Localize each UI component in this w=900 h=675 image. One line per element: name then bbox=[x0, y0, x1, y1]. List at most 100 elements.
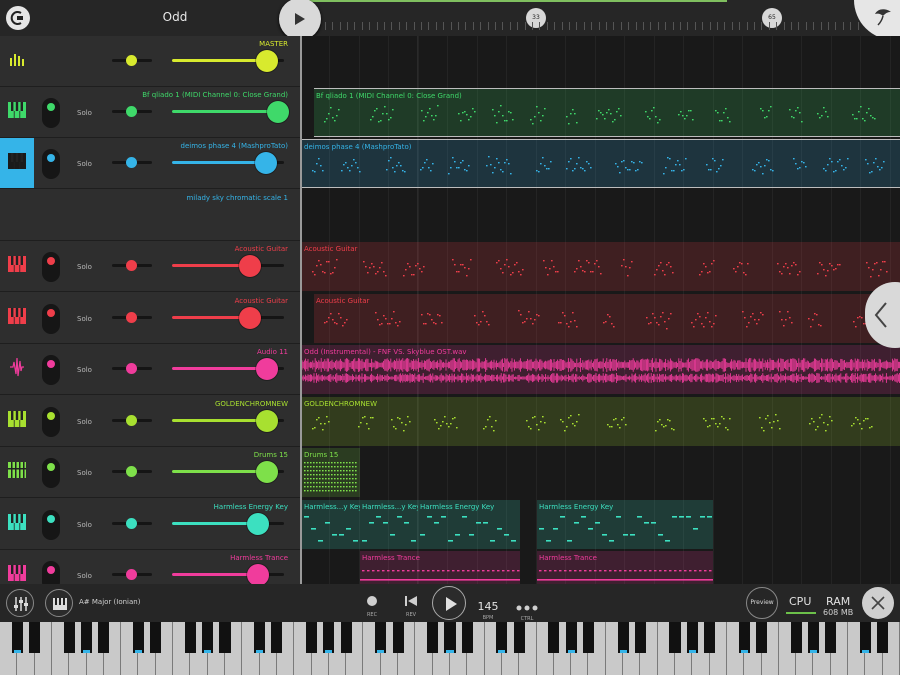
black-key[interactable] bbox=[790, 622, 802, 653]
pan-slider[interactable] bbox=[112, 363, 152, 374]
preview-button[interactable]: Preview bbox=[746, 587, 778, 619]
volume-knob[interactable] bbox=[239, 255, 261, 277]
close-button[interactable] bbox=[862, 587, 894, 619]
black-key[interactable] bbox=[392, 622, 404, 653]
track-row[interactable]: Audio 11 Solo bbox=[0, 344, 300, 395]
bar-marker[interactable]: 65 bbox=[762, 8, 782, 28]
record-button[interactable]: REC bbox=[364, 592, 380, 618]
mute-toggle[interactable] bbox=[42, 510, 60, 540]
track-name[interactable]: Audio 11 bbox=[257, 348, 288, 356]
track-instrument-button[interactable] bbox=[0, 36, 34, 86]
track-instrument-button[interactable] bbox=[0, 293, 34, 343]
track-row[interactable]: Harmless Energy Key Solo bbox=[0, 499, 300, 550]
play-button[interactable] bbox=[279, 0, 321, 40]
mute-toggle[interactable] bbox=[42, 458, 60, 488]
volume-slider[interactable] bbox=[172, 101, 289, 123]
pan-knob[interactable] bbox=[126, 312, 137, 323]
black-key[interactable] bbox=[756, 622, 768, 653]
track-instrument-button[interactable] bbox=[0, 87, 34, 137]
track-name[interactable]: Harmless Energy Key bbox=[214, 503, 288, 511]
track-name[interactable]: Harmless Trance bbox=[230, 554, 288, 562]
mixer-button[interactable] bbox=[6, 589, 34, 617]
black-key[interactable] bbox=[184, 622, 196, 653]
solo-button[interactable]: Solo bbox=[77, 469, 92, 477]
playlist-timeline[interactable]: Bf qliado 1 (MIDI Channel 0: Close Grand… bbox=[300, 36, 900, 584]
black-key[interactable] bbox=[444, 622, 456, 653]
playlist-clip[interactable]: Odd (Instrumental) - FNF VS. Skyblue OST… bbox=[302, 345, 900, 394]
black-key[interactable] bbox=[634, 622, 646, 653]
pan-slider[interactable] bbox=[112, 157, 152, 168]
track-row[interactable]: milady sky chromatic scale 1 bbox=[0, 190, 300, 241]
track-name[interactable]: Acoustic Guitar bbox=[235, 245, 288, 253]
volume-slider[interactable] bbox=[172, 255, 284, 277]
volume-knob[interactable] bbox=[256, 461, 278, 483]
track-name[interactable]: MASTER bbox=[259, 40, 288, 48]
solo-button[interactable]: Solo bbox=[77, 366, 92, 374]
black-key[interactable] bbox=[150, 622, 162, 653]
volume-slider[interactable] bbox=[172, 50, 284, 72]
control-button[interactable]: CTRL bbox=[514, 596, 540, 622]
black-key[interactable] bbox=[219, 622, 231, 653]
playlist-clip[interactable]: Harmless Energy Key bbox=[537, 500, 713, 549]
track-name[interactable]: milady sky chromatic scale 1 bbox=[186, 194, 288, 202]
playlist-clip[interactable]: Harmless Trance bbox=[537, 551, 713, 584]
black-key[interactable] bbox=[582, 622, 594, 653]
black-key[interactable] bbox=[63, 622, 75, 653]
track-instrument-button[interactable] bbox=[0, 499, 34, 549]
pan-knob[interactable] bbox=[126, 55, 137, 66]
solo-button[interactable]: Solo bbox=[77, 521, 92, 529]
track-row[interactable]: Acoustic Guitar Solo bbox=[0, 293, 300, 344]
black-key[interactable] bbox=[807, 622, 819, 653]
black-key[interactable] bbox=[306, 622, 318, 653]
playlist-clip[interactable]: Harmless Energy Key bbox=[418, 500, 520, 549]
black-key[interactable] bbox=[98, 622, 110, 653]
pan-slider[interactable] bbox=[112, 518, 152, 529]
track-instrument-button[interactable] bbox=[0, 241, 34, 291]
mute-toggle[interactable] bbox=[42, 355, 60, 385]
mute-toggle[interactable] bbox=[42, 304, 60, 334]
black-key[interactable] bbox=[704, 622, 716, 653]
black-key[interactable] bbox=[254, 622, 266, 653]
black-key[interactable] bbox=[565, 622, 577, 653]
volume-knob[interactable] bbox=[247, 564, 269, 586]
pan-slider[interactable] bbox=[112, 55, 152, 66]
solo-button[interactable]: Solo bbox=[77, 418, 92, 426]
black-key[interactable] bbox=[859, 622, 871, 653]
pan-knob[interactable] bbox=[126, 106, 137, 117]
track-row[interactable]: GOLDENCHROMNEW Solo bbox=[0, 396, 300, 447]
black-key[interactable] bbox=[271, 622, 283, 653]
volume-knob[interactable] bbox=[255, 152, 277, 174]
bar-marker[interactable]: 33 bbox=[526, 8, 546, 28]
volume-knob[interactable] bbox=[256, 410, 278, 432]
track-row[interactable]: Drums 15 Solo bbox=[0, 447, 300, 498]
track-name[interactable]: Drums 15 bbox=[254, 451, 288, 459]
track-row[interactable]: MASTER bbox=[0, 36, 300, 87]
volume-slider[interactable] bbox=[172, 513, 284, 535]
black-key[interactable] bbox=[513, 622, 525, 653]
transport-play-button[interactable] bbox=[432, 586, 466, 620]
pan-slider[interactable] bbox=[112, 415, 152, 426]
pan-slider[interactable] bbox=[112, 569, 152, 580]
volume-slider[interactable] bbox=[172, 307, 284, 329]
piano-keyboard[interactable] bbox=[0, 622, 900, 675]
track-name[interactable]: Acoustic Guitar bbox=[235, 297, 288, 305]
black-key[interactable] bbox=[496, 622, 508, 653]
volume-knob[interactable] bbox=[256, 50, 278, 72]
pan-knob[interactable] bbox=[126, 157, 137, 168]
mute-toggle[interactable] bbox=[42, 407, 60, 437]
track-name[interactable]: GOLDENCHROMNEW bbox=[215, 400, 288, 408]
volume-slider[interactable] bbox=[172, 152, 284, 174]
pan-knob[interactable] bbox=[126, 415, 137, 426]
solo-button[interactable]: Solo bbox=[77, 572, 92, 580]
black-key[interactable] bbox=[669, 622, 681, 653]
playlist-clip[interactable]: Drums 15 bbox=[302, 448, 360, 497]
volume-knob[interactable] bbox=[267, 101, 289, 123]
black-key[interactable] bbox=[132, 622, 144, 653]
scale-selector[interactable]: A# Major (Ionian) bbox=[79, 598, 140, 606]
pan-knob[interactable] bbox=[126, 363, 137, 374]
piano-roll-button[interactable] bbox=[45, 589, 73, 617]
mute-toggle[interactable] bbox=[42, 252, 60, 282]
track-instrument-button[interactable] bbox=[0, 344, 34, 394]
black-key[interactable] bbox=[738, 622, 750, 653]
black-key[interactable] bbox=[427, 622, 439, 653]
